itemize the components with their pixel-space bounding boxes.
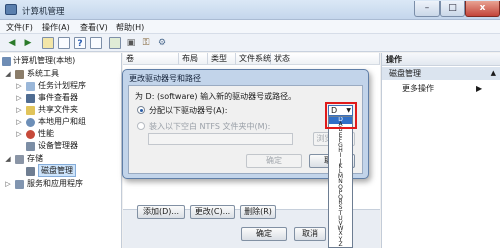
clock-icon xyxy=(26,82,35,91)
help-icon[interactable]: ? xyxy=(74,37,86,49)
event-viewer-icon xyxy=(26,94,35,103)
disk-icon xyxy=(26,167,35,176)
drive-letter-dropdown-list: DABEFGHIJKLMNOPQRSTUVWXYZ xyxy=(328,116,353,248)
export-icon[interactable]: ▣ xyxy=(125,37,137,49)
users-icon xyxy=(26,118,35,127)
menu-view[interactable]: 查看(V) xyxy=(80,22,108,33)
mount-folder-radio[interactable] xyxy=(137,122,145,130)
expand-icon[interactable]: ▷ xyxy=(15,116,23,128)
lower-ok-button[interactable]: 确定 xyxy=(241,227,287,241)
column-layout[interactable]: 布局 xyxy=(179,53,208,65)
collapse-icon[interactable]: ◢ xyxy=(4,153,12,165)
up-folder-icon[interactable] xyxy=(42,37,54,49)
menu-help[interactable]: 帮助(H) xyxy=(116,22,144,33)
expand-icon[interactable]: ▷ xyxy=(15,104,23,116)
show-tree-icon[interactable] xyxy=(58,37,70,49)
services-icon xyxy=(15,180,24,189)
maximize-button[interactable]: □ xyxy=(440,1,465,17)
expand-icon[interactable]: ▷ xyxy=(15,80,23,92)
navigation-tree: 计算机管理(本地) ◢ 系统工具 ▷ 任务计划程序 ▷ 事件查看器 ▷ 共享文件… xyxy=(0,53,122,248)
window-title: 计算机管理 xyxy=(22,7,65,17)
change-button[interactable]: 更改(C)... xyxy=(190,205,235,219)
title-bar[interactable]: 计算机管理 – □ x xyxy=(0,0,500,20)
tools-icon xyxy=(15,70,24,79)
actions-header: 操作 xyxy=(382,53,500,66)
properties-icon[interactable] xyxy=(90,37,102,49)
submenu-arrow-icon: ▶ xyxy=(476,84,483,93)
column-type[interactable]: 类型 xyxy=(208,53,236,65)
menu-file[interactable]: 文件(F) xyxy=(6,22,33,33)
menu-bar: 文件(F) 操作(A) 查看(V) 帮助(H) xyxy=(0,20,500,34)
drive-letter-option[interactable]: Z xyxy=(329,241,352,247)
forward-arrow-icon[interactable]: ▶ xyxy=(22,37,34,49)
settings-icon[interactable]: ⚙ xyxy=(156,37,168,49)
actions-pane: 操作 磁盘管理 ▲ 更多操作 ▶ xyxy=(381,53,500,248)
expand-icon[interactable]: ▷ xyxy=(4,178,12,190)
toolbar: ◀ ▶ ? ▣ ⚿ ⚙ xyxy=(0,34,500,52)
refresh-icon[interactable] xyxy=(109,37,121,49)
expand-icon[interactable]: ▷ xyxy=(15,92,23,104)
mount-folder-label: 装入以下空白 NTFS 文件夹中(M): xyxy=(149,122,271,131)
collapse-caret-icon[interactable]: ▲ xyxy=(491,67,496,80)
actions-section-disk-management[interactable]: 磁盘管理 ▲ xyxy=(382,67,500,80)
minimize-button[interactable]: – xyxy=(414,1,440,17)
add-button[interactable]: 添加(D)... xyxy=(137,205,185,219)
remove-button[interactable]: 删除(R) xyxy=(240,205,276,219)
performance-icon xyxy=(26,130,35,139)
expand-icon[interactable]: ▷ xyxy=(15,128,23,140)
highlight-annotation xyxy=(325,102,357,129)
ok-button[interactable]: 确定 xyxy=(246,154,302,168)
folder-path-input[interactable] xyxy=(148,133,293,145)
close-button[interactable]: x xyxy=(465,1,500,17)
more-actions-link[interactable]: 更多操作 xyxy=(402,83,434,95)
computer-management-window: 计算机管理 – □ x 文件(F) 操作(A) 查看(V) 帮助(H) ◀ ▶ … xyxy=(0,0,500,248)
menu-action[interactable]: 操作(A) xyxy=(42,22,70,33)
computer-icon xyxy=(2,57,11,66)
key-icon[interactable]: ⚿ xyxy=(140,37,152,49)
storage-icon xyxy=(15,155,24,164)
assign-letter-label: 分配以下驱动器号(A): xyxy=(149,106,228,115)
lower-cancel-button[interactable]: 取消 xyxy=(294,227,326,241)
assign-letter-radio[interactable] xyxy=(137,106,145,114)
shared-folder-icon xyxy=(26,106,35,115)
column-status[interactable]: 状态 xyxy=(271,53,380,65)
device-manager-icon xyxy=(26,142,35,151)
collapse-icon[interactable]: ◢ xyxy=(4,68,12,80)
dialog-title: 更改驱动器号和路径 xyxy=(129,74,201,83)
dialog-prompt: 为 D: (software) 输入新的驱动器号或路径。 xyxy=(135,92,297,101)
computer-management-icon xyxy=(5,4,17,15)
back-arrow-icon[interactable]: ◀ xyxy=(6,37,18,49)
column-file-system[interactable]: 文件系统 xyxy=(236,53,271,65)
column-volume[interactable]: 卷 xyxy=(123,53,179,65)
